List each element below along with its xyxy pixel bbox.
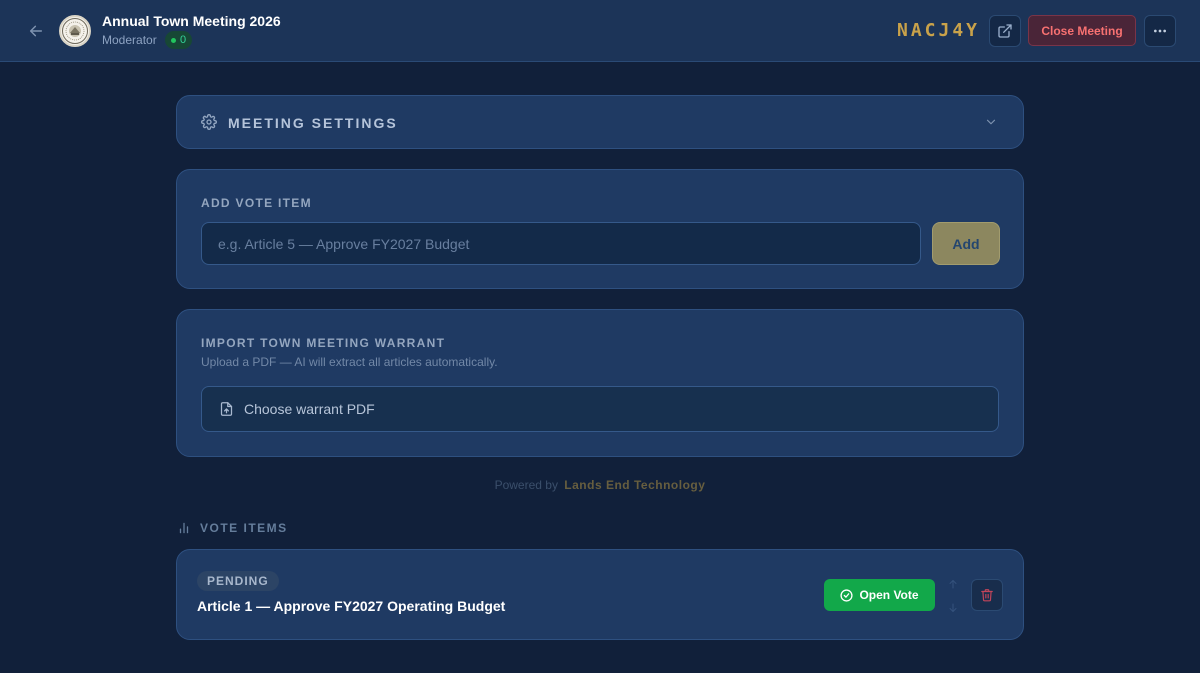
move-down-button[interactable] (947, 601, 959, 615)
choose-warrant-pdf-button[interactable]: Choose warrant PDF (201, 386, 999, 432)
close-meeting-button[interactable]: Close Meeting (1028, 15, 1136, 46)
vote-items-label: VOTE ITEMS (200, 521, 288, 535)
more-horizontal-icon (1154, 29, 1166, 33)
trash-icon (981, 589, 993, 602)
choose-warrant-pdf-label: Choose warrant PDF (244, 401, 375, 417)
chevron-down-icon (986, 119, 996, 125)
chevron-down-icon (949, 603, 957, 612)
open-vote-button[interactable]: Open Vote (824, 579, 935, 611)
town-seal-logo (59, 15, 91, 47)
vote-item-title: Article 1 — Approve FY2027 Operating Bud… (197, 598, 506, 614)
bar-chart-icon (179, 522, 189, 534)
back-button[interactable] (24, 19, 48, 43)
user-role: Moderator (102, 33, 157, 47)
open-vote-label: Open Vote (859, 588, 919, 602)
import-warrant-subtitle: Upload a PDF — AI will extract all artic… (201, 355, 498, 369)
check-circle-icon (840, 588, 854, 602)
room-code[interactable]: NACJ4Y (897, 20, 980, 41)
gear-icon (201, 114, 217, 130)
participant-count: 0 (180, 34, 187, 46)
meeting-settings-toggle[interactable]: MEETING SETTINGS (176, 95, 1024, 149)
reorder-controls (947, 577, 959, 615)
participant-count-badge: 0 (165, 31, 193, 49)
status-badge: PENDING (197, 571, 279, 591)
vote-item-card: PENDING Article 1 — Approve FY2027 Opera… (176, 549, 1024, 640)
vote-item-input[interactable] (201, 222, 921, 265)
move-up-button[interactable] (947, 577, 959, 591)
open-external-button[interactable] (989, 15, 1021, 47)
arrow-left-icon (29, 25, 43, 37)
import-warrant-card: IMPORT TOWN MEETING WARRANT Upload a PDF… (176, 309, 1024, 457)
external-link-icon (998, 24, 1012, 38)
add-vote-item-button[interactable]: Add (932, 222, 1000, 265)
meeting-settings-label: MEETING SETTINGS (228, 115, 398, 131)
powered-by: Powered by Lands End Technology (0, 478, 1200, 492)
top-bar: Annual Town Meeting 2026 Moderator 0 NAC… (0, 0, 1200, 62)
file-upload-icon (220, 402, 233, 416)
chevron-up-icon (949, 580, 957, 589)
meeting-title: Annual Town Meeting 2026 (102, 13, 281, 29)
add-vote-item-card: ADD VOTE ITEM Add (176, 169, 1024, 289)
import-warrant-label: IMPORT TOWN MEETING WARRANT (201, 336, 446, 350)
powered-by-text: Powered by (494, 478, 558, 492)
more-options-button[interactable] (1144, 15, 1176, 47)
online-dot-icon (171, 37, 176, 43)
brand-link[interactable]: Lands End Technology (564, 478, 705, 492)
vote-items-header: VOTE ITEMS (177, 521, 288, 535)
delete-vote-item-button[interactable] (971, 579, 1003, 611)
add-vote-item-label: ADD VOTE ITEM (201, 196, 312, 210)
